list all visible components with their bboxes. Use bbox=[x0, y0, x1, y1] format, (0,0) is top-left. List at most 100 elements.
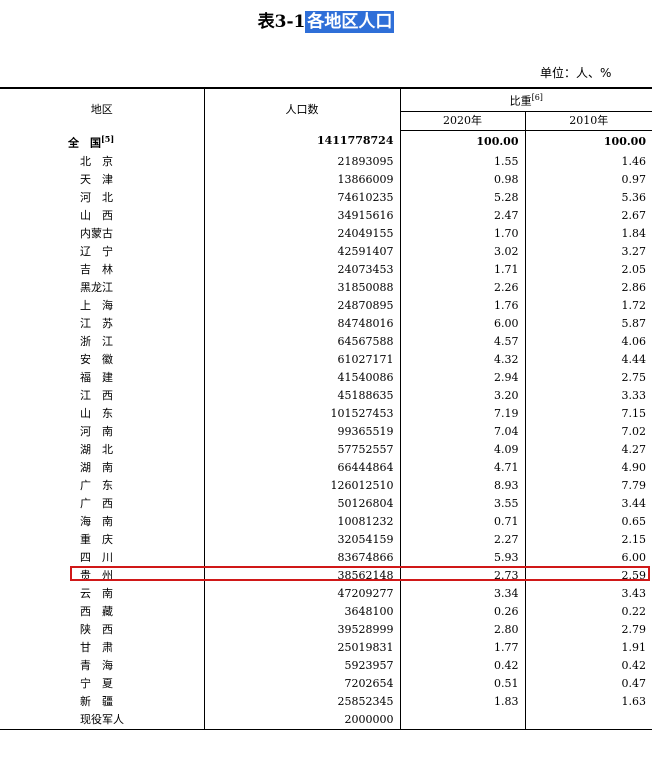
population-cell: 7202654 bbox=[204, 674, 401, 693]
share-2010-cell: 3.27 bbox=[621, 244, 647, 258]
table-row: 陕 西 39528999 2.80 2.79 bbox=[0, 620, 652, 639]
region-name: 湖 北 bbox=[0, 440, 205, 459]
header-region: 地区 bbox=[0, 86, 205, 131]
share-2020-cell: 0.42 bbox=[400, 656, 526, 675]
table-row: 甘 肃 25019831 1.77 1.91 bbox=[0, 638, 652, 657]
header-2020: 2020年 bbox=[399, 110, 526, 131]
share-2010-cell: 1.63 bbox=[621, 694, 647, 708]
population-cell: 34915616 bbox=[204, 206, 401, 225]
region-name: 北 京 bbox=[0, 152, 205, 171]
region-name: 河 南 bbox=[0, 422, 205, 441]
region-name: 甘 肃 bbox=[0, 638, 205, 657]
population-cell: 64567588 bbox=[204, 332, 401, 351]
table-row: 黑龙江 31850088 2.26 2.86 bbox=[0, 278, 652, 297]
header-share-label: 比重 bbox=[509, 94, 532, 108]
population-cell: 24073453 bbox=[204, 260, 401, 279]
table-row: 重 庆 32054159 2.27 2.15 bbox=[0, 530, 652, 549]
share-2010-cell: 7.02 bbox=[621, 424, 647, 438]
share-2020-cell: 2.47 bbox=[400, 206, 526, 225]
share-2010-cell: 0.65 bbox=[621, 514, 647, 528]
selected-title-text[interactable]: 各地区人口 bbox=[305, 11, 395, 33]
population-cell: 13866009 bbox=[204, 170, 401, 189]
share-2020-cell: 0.26 bbox=[400, 602, 526, 621]
region-name: 海 南 bbox=[0, 512, 205, 531]
population-cell: 2000000 bbox=[204, 710, 401, 730]
table-row: 河 南 99365519 7.04 7.02 bbox=[0, 422, 652, 441]
share-2020-cell: 3.02 bbox=[400, 242, 526, 261]
population-cell: 21893095 bbox=[204, 152, 401, 171]
share-2010-cell: 1.46 bbox=[621, 154, 647, 168]
share-2020-cell: 1.55 bbox=[400, 152, 526, 171]
table-row: 江 苏 84748016 6.00 5.87 bbox=[0, 314, 652, 333]
share-2020-cell: 1.76 bbox=[400, 296, 526, 315]
region-name: 浙 江 bbox=[0, 332, 205, 351]
table-row: 内蒙古 24049155 1.70 1.84 bbox=[0, 224, 652, 243]
population-cell: 61027171 bbox=[204, 350, 401, 369]
region-name: 宁 夏 bbox=[0, 674, 205, 693]
table-row: 湖 北 57752557 4.09 4.27 bbox=[0, 440, 652, 459]
region-name: 青 海 bbox=[0, 656, 205, 675]
table-row: 青 海 5923957 0.42 0.42 bbox=[0, 656, 652, 675]
header-share: 比重[6] bbox=[400, 86, 652, 112]
share-2020-cell: 4.32 bbox=[400, 350, 526, 369]
table-row: 新 疆 25852345 1.83 1.63 bbox=[0, 692, 652, 711]
population-cell: 42591407 bbox=[204, 242, 401, 261]
region-name: 全 国 bbox=[68, 136, 101, 150]
share-2020-cell: 5.93 bbox=[400, 548, 526, 567]
share-2020-cell: 3.34 bbox=[400, 584, 526, 603]
table-row: 宁 夏 7202654 0.51 0.47 bbox=[0, 674, 652, 693]
population-cell: 3648100 bbox=[204, 602, 401, 621]
population-cell: 83674866 bbox=[204, 548, 401, 567]
table-row: 上 海 24870895 1.76 1.72 bbox=[0, 296, 652, 315]
region-name: 江 西 bbox=[0, 386, 205, 405]
region-name: 天 津 bbox=[0, 170, 205, 189]
share-2010-cell: 0.97 bbox=[621, 172, 647, 186]
table-title: 表3-1 各地区人口 bbox=[0, 8, 652, 36]
table-row: 安 徽 61027171 4.32 4.44 bbox=[0, 350, 652, 369]
region-cell: 全 国[5] bbox=[0, 130, 205, 153]
share-2010-cell: 0.22 bbox=[621, 604, 647, 618]
population-cell: 74610235 bbox=[204, 188, 401, 207]
share-2020-cell: 7.04 bbox=[400, 422, 526, 441]
region-name: 山 西 bbox=[0, 206, 205, 225]
table-row: 浙 江 64567588 4.57 4.06 bbox=[0, 332, 652, 351]
share-2010-cell: 3.33 bbox=[621, 388, 647, 402]
share-2020-cell: 4.57 bbox=[400, 332, 526, 351]
share-2010-cell: 4.44 bbox=[621, 352, 647, 366]
share-2020-cell: 3.20 bbox=[400, 386, 526, 405]
region-name: 四 川 bbox=[0, 548, 205, 567]
population-cell: 57752557 bbox=[204, 440, 401, 459]
header-2010: 2010年 bbox=[524, 110, 652, 131]
share-2010-cell: 2.67 bbox=[621, 208, 647, 222]
share-2010-cell: 100.00 bbox=[603, 134, 646, 148]
region-name: 陕 西 bbox=[0, 620, 205, 639]
share-2020-cell: 2.26 bbox=[400, 278, 526, 297]
population-cell: 66444864 bbox=[204, 458, 401, 477]
table-body: 全 国[5] 1411778724 100.00 100.00 北 京 21893… bbox=[0, 130, 652, 730]
header-population: 人口数 bbox=[204, 86, 401, 131]
population-cell: 101527453 bbox=[204, 404, 401, 423]
share-2020-cell: 100.00 bbox=[400, 130, 526, 153]
table-row: 辽 宁 42591407 3.02 3.27 bbox=[0, 242, 652, 261]
population-cell: 126012510 bbox=[204, 476, 401, 495]
share-2010-cell: 7.79 bbox=[621, 478, 647, 492]
share-2010-cell: 0.47 bbox=[621, 676, 647, 690]
table-row-total: 全 国[5] 1411778724 100.00 100.00 bbox=[0, 130, 652, 153]
total-note: [5] bbox=[101, 134, 115, 145]
region-name: 黑龙江 bbox=[0, 278, 205, 297]
table-row: 吉 林 24073453 1.71 2.05 bbox=[0, 260, 652, 279]
share-2020-cell: 1.77 bbox=[400, 638, 526, 657]
share-2010-cell: 3.43 bbox=[621, 586, 647, 600]
share-2010-cell: 5.87 bbox=[621, 316, 647, 330]
share-2010-cell: 1.91 bbox=[621, 640, 647, 654]
region-name: 山 东 bbox=[0, 404, 205, 423]
table-row: 四 川 83674866 5.93 6.00 bbox=[0, 548, 652, 567]
share-2010-cell: 7.15 bbox=[621, 406, 647, 420]
region-name: 西 藏 bbox=[0, 602, 205, 621]
share-2020-cell: 7.19 bbox=[400, 404, 526, 423]
population-cell: 31850088 bbox=[204, 278, 401, 297]
population-cell: 32054159 bbox=[204, 530, 401, 549]
share-2010-cell: 4.06 bbox=[621, 334, 647, 348]
header-share-note: [6] bbox=[531, 93, 543, 102]
table-row: 河 北 74610235 5.28 5.36 bbox=[0, 188, 652, 207]
